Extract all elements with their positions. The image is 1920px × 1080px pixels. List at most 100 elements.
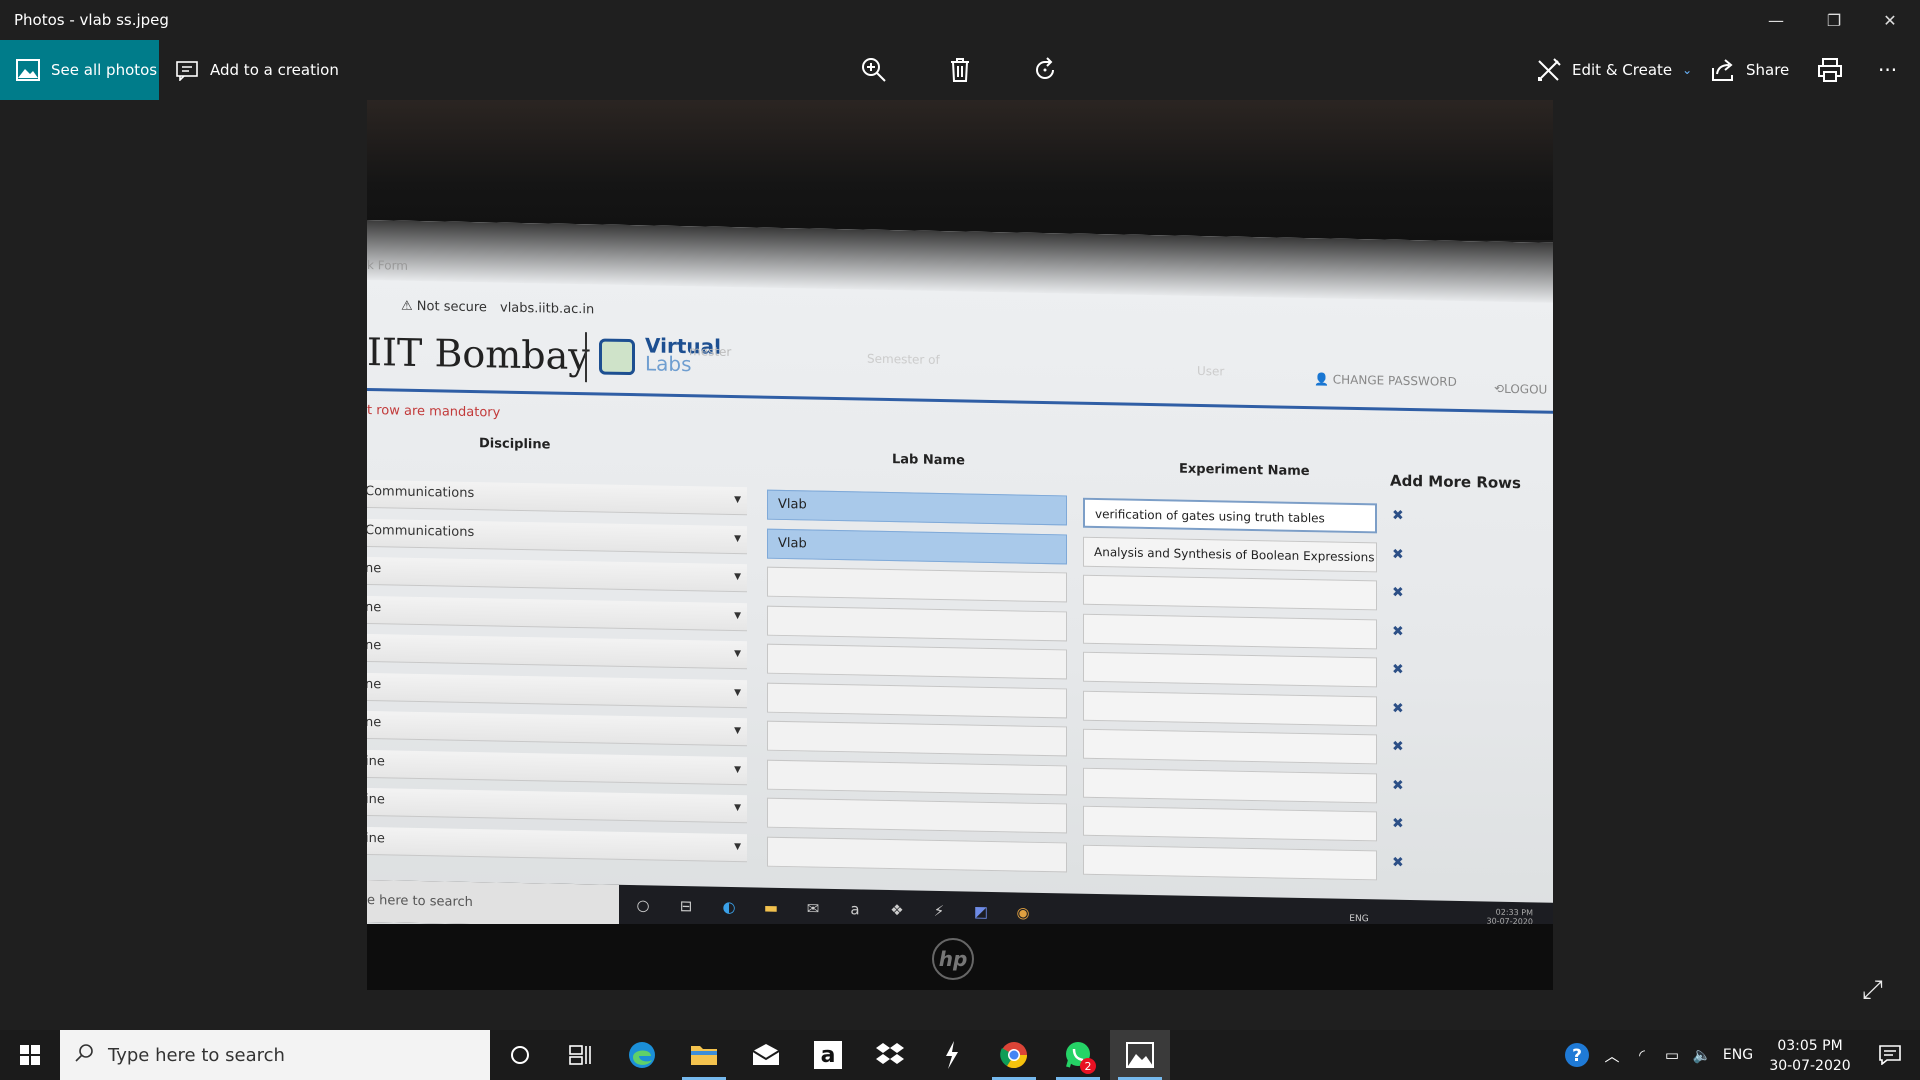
- remove-row-icon[interactable]: ✖: [1392, 816, 1404, 832]
- print-button[interactable]: [1817, 40, 1843, 100]
- action-center-button[interactable]: [1866, 1030, 1914, 1080]
- maximize-button[interactable]: ❐: [1806, 0, 1862, 40]
- discipline-select[interactable]: ne ▼: [367, 710, 747, 747]
- experiment-name-header: Experiment Name: [1179, 461, 1310, 480]
- file-explorer-button[interactable]: [674, 1030, 734, 1080]
- discipline-select[interactable]: ine ▼: [367, 787, 747, 824]
- dropbox-taskbar-button[interactable]: [860, 1030, 920, 1080]
- start-button[interactable]: [0, 1030, 60, 1080]
- share-button[interactable]: Share: [1710, 40, 1789, 100]
- chrome-taskbar-button[interactable]: [984, 1030, 1044, 1080]
- remove-row-icon[interactable]: ✖: [1392, 777, 1404, 793]
- change-password-link[interactable]: 👤 CHANGE PASSWORD: [1314, 372, 1457, 389]
- more-options-button[interactable]: ···: [1878, 40, 1897, 100]
- experiment-name-input[interactable]: [1083, 767, 1377, 803]
- remove-row-icon[interactable]: ✖: [1392, 739, 1404, 755]
- language-indicator[interactable]: ENG: [1718, 1030, 1758, 1080]
- clock-time: 03:05 PM: [1777, 1038, 1843, 1054]
- close-button[interactable]: ✕: [1862, 0, 1918, 40]
- remove-row-icon[interactable]: ✖: [1392, 662, 1404, 678]
- add-to-creation-button[interactable]: Add to a creation: [174, 40, 339, 100]
- task-view-button[interactable]: [550, 1030, 610, 1080]
- show-hidden-icons-button[interactable]: ︿: [1598, 1030, 1626, 1080]
- lab-name-input[interactable]: [767, 759, 1067, 795]
- dropdown-caret-icon: ▼: [734, 649, 741, 660]
- not-secure-text: Not secure: [416, 298, 487, 316]
- experiment-name-input[interactable]: [1083, 805, 1377, 842]
- photo-viewer-image: k Form ⚠ Not secure vlabs.iitb.ac.in IIT…: [367, 100, 1553, 990]
- share-label: Share: [1746, 61, 1790, 79]
- cortana-button[interactable]: [490, 1030, 550, 1080]
- experiment-name-input[interactable]: [1083, 613, 1377, 649]
- remove-row-icon[interactable]: ✖: [1392, 585, 1404, 601]
- lab-name-input[interactable]: [767, 605, 1067, 641]
- semester-of-field[interactable]: Semester of: [867, 352, 940, 367]
- see-all-photos-label: See all photos: [51, 61, 158, 79]
- discipline-select[interactable]: ne ▼: [367, 595, 747, 631]
- app-icon: ⚡: [933, 901, 945, 921]
- battery-tray-button[interactable]: ▭: [1658, 1030, 1686, 1080]
- printer-icon: [1817, 57, 1843, 83]
- taskbar-search-box[interactable]: Type here to search: [60, 1030, 490, 1080]
- taskbar-clock[interactable]: 03:05 PM 30-07-2020: [1760, 1036, 1860, 1076]
- remove-row-icon[interactable]: ✖: [1392, 623, 1404, 639]
- lab-name-input[interactable]: [767, 643, 1067, 680]
- remove-row-icon[interactable]: ✖: [1392, 508, 1404, 524]
- experiment-name-input[interactable]: [1083, 690, 1377, 726]
- lab-name-input[interactable]: [767, 682, 1067, 718]
- edge-taskbar-button[interactable]: [612, 1030, 672, 1080]
- lab-name-input[interactable]: Vlab: [767, 528, 1067, 564]
- photos-taskbar-button[interactable]: [1110, 1030, 1170, 1080]
- lab-name-header: Lab Name: [892, 452, 965, 469]
- add-more-rows-header: Add More Rows: [1390, 471, 1521, 493]
- fullscreen-icon[interactable]: ⤢: [1862, 975, 1883, 1006]
- experiment-name-input[interactable]: Analysis and Synthesis of Boolean Expres…: [1083, 536, 1377, 572]
- discipline-select[interactable]: Communications ▼: [367, 518, 747, 554]
- user-label: User: [1197, 363, 1225, 379]
- laptop-bezel-top: [367, 100, 1553, 240]
- see-all-photos-button[interactable]: See all photos: [0, 40, 159, 100]
- volume-tray-button[interactable]: 🔈: [1688, 1030, 1716, 1080]
- experiment-name-input[interactable]: verification of gates using truth tables: [1083, 497, 1377, 534]
- lab-name-input[interactable]: Vlab: [767, 489, 1067, 526]
- remove-row-icon[interactable]: ✖: [1392, 854, 1404, 870]
- discipline-select[interactable]: ne ▼: [367, 672, 747, 708]
- change-password-text: CHANGE PASSWORD: [1332, 372, 1457, 389]
- mail-taskbar-button[interactable]: [736, 1030, 796, 1080]
- whatsapp-taskbar-button[interactable]: 2: [1048, 1030, 1108, 1080]
- zoom-button[interactable]: [861, 40, 887, 100]
- experiment-name-input[interactable]: [1083, 574, 1377, 611]
- edit-create-button[interactable]: Edit & Create ⌄: [1536, 40, 1692, 100]
- lab-name-input[interactable]: [767, 836, 1067, 872]
- mandatory-note: t row are mandatory: [367, 403, 501, 421]
- notification-icon: [1879, 1045, 1901, 1065]
- discipline-header: Discipline: [479, 436, 551, 453]
- lab-name-input[interactable]: [767, 720, 1067, 757]
- remove-row-icon[interactable]: ✖: [1392, 546, 1404, 562]
- app-taskbar-button[interactable]: [922, 1030, 982, 1080]
- minimize-button[interactable]: —: [1748, 0, 1804, 40]
- logout-link[interactable]: ⟲LOGOU: [1494, 382, 1547, 397]
- experiment-name-input[interactable]: [1083, 651, 1377, 688]
- laptop-bezel-bottom: hp: [367, 924, 1553, 990]
- help-tray-button[interactable]: ?: [1560, 1030, 1594, 1080]
- laptop-search-box[interactable]: e here to search: [367, 880, 619, 927]
- discipline-select[interactable]: Communications ▼: [367, 479, 747, 516]
- rotate-icon: [1032, 57, 1058, 83]
- lab-name-input[interactable]: [767, 797, 1067, 834]
- mail-icon: ✉: [806, 899, 820, 918]
- rotate-button[interactable]: [1032, 40, 1058, 100]
- amazon-icon: a: [850, 900, 860, 919]
- experiment-name-input[interactable]: [1083, 728, 1377, 765]
- discipline-select[interactable]: ne ▼: [367, 633, 747, 670]
- lab-name-input[interactable]: [767, 566, 1067, 603]
- amazon-taskbar-button[interactable]: a: [798, 1030, 858, 1080]
- speaker-icon: 🔈: [1692, 1046, 1712, 1064]
- discipline-select[interactable]: ine ▼: [367, 749, 747, 785]
- remove-row-icon[interactable]: ✖: [1392, 700, 1404, 716]
- discipline-select[interactable]: ine ▼: [367, 826, 747, 862]
- network-tray-button[interactable]: ◜: [1628, 1030, 1656, 1080]
- experiment-name-input[interactable]: [1083, 844, 1377, 880]
- discipline-select[interactable]: ne ▼: [367, 556, 747, 593]
- delete-button[interactable]: [947, 40, 973, 100]
